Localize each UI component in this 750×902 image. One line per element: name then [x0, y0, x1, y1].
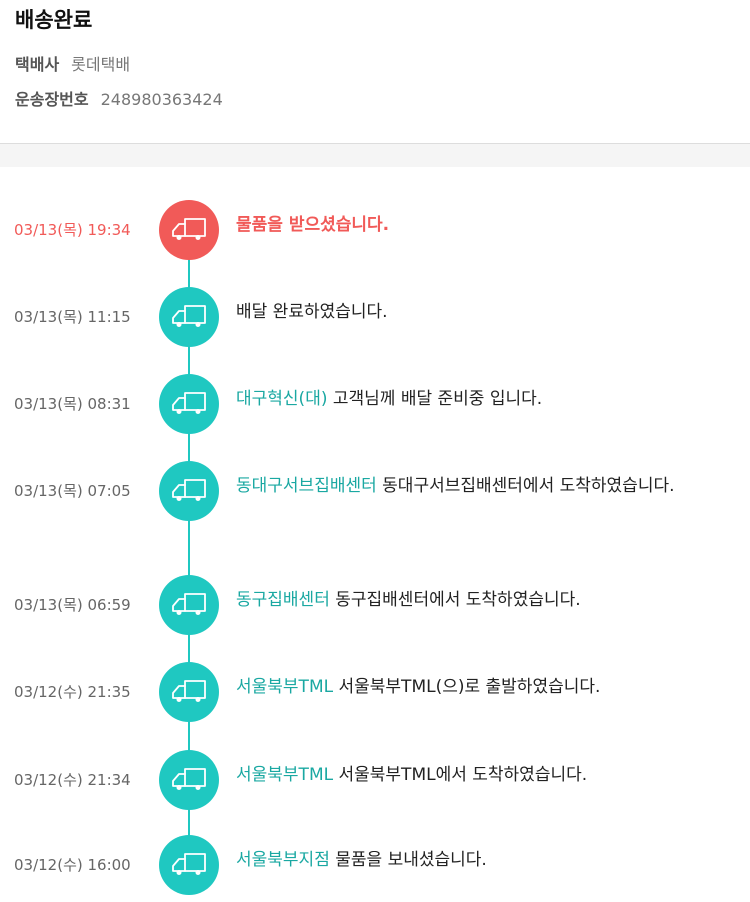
event-marker [159, 461, 219, 521]
tracking-timeline: 03/13(목) 19:34 물품을 받으셨습니다. 03/13(목) 11:1… [0, 167, 750, 901]
carrier-row: 택배사 롯데택배 [15, 53, 130, 77]
carrier-value: 롯데택배 [71, 55, 131, 74]
event-time: 03/12(수) 16:00 [14, 856, 131, 874]
event-marker [159, 835, 219, 895]
event-marker [159, 200, 219, 260]
event-location: 서울북부TML [236, 677, 334, 697]
event-time: 03/13(목) 08:31 [14, 395, 131, 413]
timeline-event: 03/12(수) 16:00 서울북부지점 물품을 보내셨습니다. [0, 832, 750, 902]
tracking-number-row: 운송장번호 248980363424 [15, 88, 223, 112]
event-text: 고객님께 배달 준비중 입니다. [332, 389, 543, 409]
truck-icon [170, 678, 208, 706]
truck-icon [170, 303, 208, 331]
carrier-label: 택배사 [15, 55, 60, 74]
event-message: 서울북부지점 물품을 보내셨습니다. [236, 848, 736, 872]
event-time: 03/13(목) 06:59 [14, 596, 131, 614]
timeline-event: 03/13(목) 19:34 물품을 받으셨습니다. [0, 197, 750, 267]
event-location: 서울북부TML [236, 765, 334, 785]
section-divider [0, 144, 750, 167]
timeline-event: 03/13(목) 08:31 대구혁신(대) 고객님께 배달 준비중 입니다. [0, 371, 750, 441]
timeline-event: 03/12(수) 21:35 서울북부TML 서울북부TML(으)로 출발하였습… [0, 659, 750, 729]
event-message: 서울북부TML 서울북부TML(으)로 출발하였습니다. [236, 675, 736, 699]
event-message: 동대구서브집배센터 동대구서브집배센터에서 도착하였습니다. [236, 474, 736, 498]
event-location: 동대구서브집배센터 [236, 476, 377, 496]
tracking-number-label: 운송장번호 [15, 90, 89, 109]
timeline-event: 03/13(목) 07:05 동대구서브집배센터 동대구서브집배센터에서 도착하… [0, 458, 750, 528]
event-text: 동구집배센터에서 도착하였습니다. [335, 590, 581, 610]
event-text: 배달 완료하였습니다. [236, 302, 388, 322]
event-marker [159, 750, 219, 810]
event-marker [159, 575, 219, 635]
event-time: 03/12(수) 21:35 [14, 683, 131, 701]
event-marker [159, 662, 219, 722]
event-text: 물품을 보내셨습니다. [335, 850, 487, 870]
event-text: 서울북부TML에서 도착하였습니다. [338, 765, 588, 785]
tracking-number-value: 248980363424 [100, 90, 223, 109]
event-message: 배달 완료하였습니다. [236, 300, 736, 324]
event-time: 03/12(수) 21:34 [14, 771, 131, 789]
timeline-event: 03/13(목) 11:15 배달 완료하였습니다. [0, 284, 750, 354]
truck-icon [170, 766, 208, 794]
event-location: 서울북부지점 [236, 850, 330, 870]
event-message: 동구집배센터 동구집배센터에서 도착하였습니다. [236, 588, 736, 612]
event-location: 대구혁신(대) [236, 389, 328, 409]
event-marker [159, 374, 219, 434]
event-text: 물품을 받으셨습니다. [236, 215, 390, 235]
event-message: 서울북부TML 서울북부TML에서 도착하였습니다. [236, 763, 736, 787]
event-time: 03/13(목) 07:05 [14, 482, 131, 500]
timeline-event: 03/12(수) 21:34 서울북부TML 서울북부TML에서 도착하였습니다… [0, 747, 750, 817]
event-message: 물품을 받으셨습니다. [236, 213, 736, 237]
truck-icon [170, 591, 208, 619]
truck-icon [170, 477, 208, 505]
event-message: 대구혁신(대) 고객님께 배달 준비중 입니다. [236, 387, 736, 411]
event-time: 03/13(목) 11:15 [14, 308, 131, 326]
event-text: 서울북부TML(으)로 출발하였습니다. [338, 677, 601, 697]
event-text: 동대구서브집배센터에서 도착하였습니다. [382, 476, 675, 496]
delivery-status-title: 배송완료 [15, 8, 93, 32]
event-time: 03/13(목) 19:34 [14, 221, 131, 239]
event-marker [159, 287, 219, 347]
truck-icon [170, 216, 208, 244]
delivery-header: 배송완료 택배사 롯데택배 운송장번호 248980363424 [0, 0, 750, 144]
event-location: 동구집배센터 [236, 590, 330, 610]
truck-icon [170, 390, 208, 418]
timeline-event: 03/13(목) 06:59 동구집배센터 동구집배센터에서 도착하였습니다. [0, 572, 750, 642]
truck-icon [170, 851, 208, 879]
